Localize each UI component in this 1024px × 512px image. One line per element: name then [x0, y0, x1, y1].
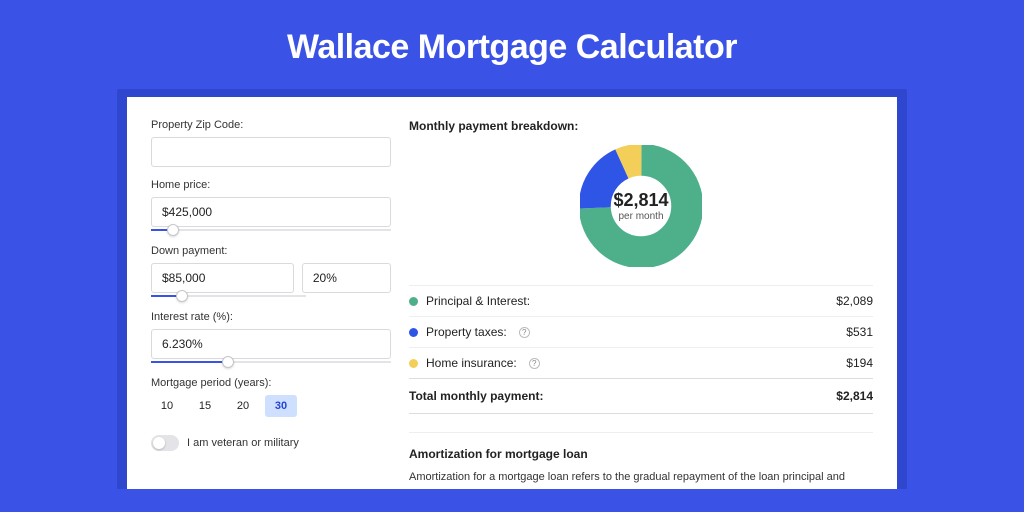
veteran-toggle[interactable]: [151, 435, 179, 451]
breakdown-label: Principal & Interest:: [426, 294, 530, 308]
veteran-label: I am veteran or military: [187, 437, 299, 449]
donut-chart: $2,814 per month: [409, 145, 873, 267]
breakdown-label: Property taxes:: [426, 325, 507, 339]
legend-dot: [409, 297, 418, 306]
calculator-card: Property Zip Code: Home price: Down paym…: [117, 89, 907, 489]
period-option-30[interactable]: 30: [265, 395, 297, 417]
legend-dot: [409, 359, 418, 368]
period-option-20[interactable]: 20: [227, 395, 259, 417]
total-value: $2,814: [836, 389, 873, 403]
breakdown-value: $2,089: [836, 294, 873, 308]
zip-row: [151, 137, 391, 167]
down-payment-label: Down payment:: [151, 245, 391, 257]
breakdown-title: Monthly payment breakdown:: [409, 119, 873, 133]
total-label: Total monthly payment:: [409, 389, 543, 403]
breakdown-row: Principal & Interest: $2,089: [409, 285, 873, 316]
breakdown-value: $531: [846, 325, 873, 339]
total-row: Total monthly payment: $2,814: [409, 378, 873, 414]
breakdown-row: Home insurance:? $194: [409, 347, 873, 378]
calculator-body: Property Zip Code: Home price: Down paym…: [127, 97, 897, 489]
down-payment-row: [151, 263, 391, 293]
donut-amount: $2,814: [613, 190, 668, 211]
period-option-10[interactable]: 10: [151, 395, 183, 417]
down-payment-amount-input[interactable]: [151, 263, 294, 293]
amortization-section: Amortization for mortgage loan Amortizat…: [409, 432, 873, 489]
donut-center: $2,814 per month: [613, 190, 668, 222]
amortization-title: Amortization for mortgage loan: [409, 447, 873, 461]
help-icon[interactable]: ?: [519, 327, 530, 338]
amortization-text: Amortization for a mortgage loan refers …: [409, 469, 873, 489]
period-option-15[interactable]: 15: [189, 395, 221, 417]
interest-rate-label: Interest rate (%):: [151, 311, 391, 323]
breakdown-row: Property taxes:? $531: [409, 316, 873, 347]
period-label: Mortgage period (years):: [151, 377, 391, 389]
help-icon[interactable]: ?: [529, 358, 540, 369]
home-price-label: Home price:: [151, 179, 391, 191]
home-price-row: [151, 197, 391, 227]
legend-dot: [409, 328, 418, 337]
home-price-input[interactable]: [151, 197, 391, 227]
zip-input[interactable]: [151, 137, 391, 167]
breakdown-label: Home insurance:: [426, 356, 517, 370]
inputs-panel: Property Zip Code: Home price: Down paym…: [151, 119, 391, 489]
page-title: Wallace Mortgage Calculator: [0, 0, 1024, 89]
veteran-row: I am veteran or military: [151, 435, 391, 451]
donut-sub: per month: [613, 211, 668, 222]
interest-rate-row: [151, 329, 391, 359]
period-options: 10 15 20 30: [151, 395, 391, 417]
interest-rate-input[interactable]: [151, 329, 391, 359]
home-price-slider[interactable]: [151, 229, 391, 231]
zip-label: Property Zip Code:: [151, 119, 391, 131]
down-payment-slider[interactable]: [151, 295, 306, 297]
down-payment-percent-input[interactable]: [302, 263, 391, 293]
breakdown-value: $194: [846, 356, 873, 370]
breakdown-panel: Monthly payment breakdown: $2,814 per mo…: [409, 119, 873, 489]
interest-rate-slider[interactable]: [151, 361, 391, 363]
